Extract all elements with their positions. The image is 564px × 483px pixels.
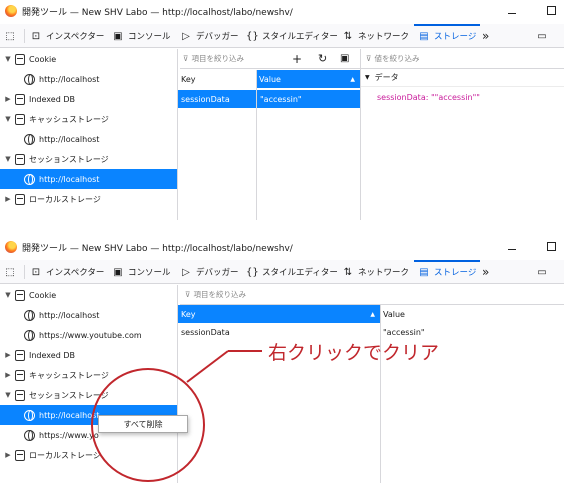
annotation-overlay <box>91 350 262 482</box>
context-menu-delete-all[interactable]: すべて削除 <box>98 415 188 433</box>
callout-line <box>186 350 229 383</box>
annotation-text: 右クリックでクリア <box>268 342 440 364</box>
